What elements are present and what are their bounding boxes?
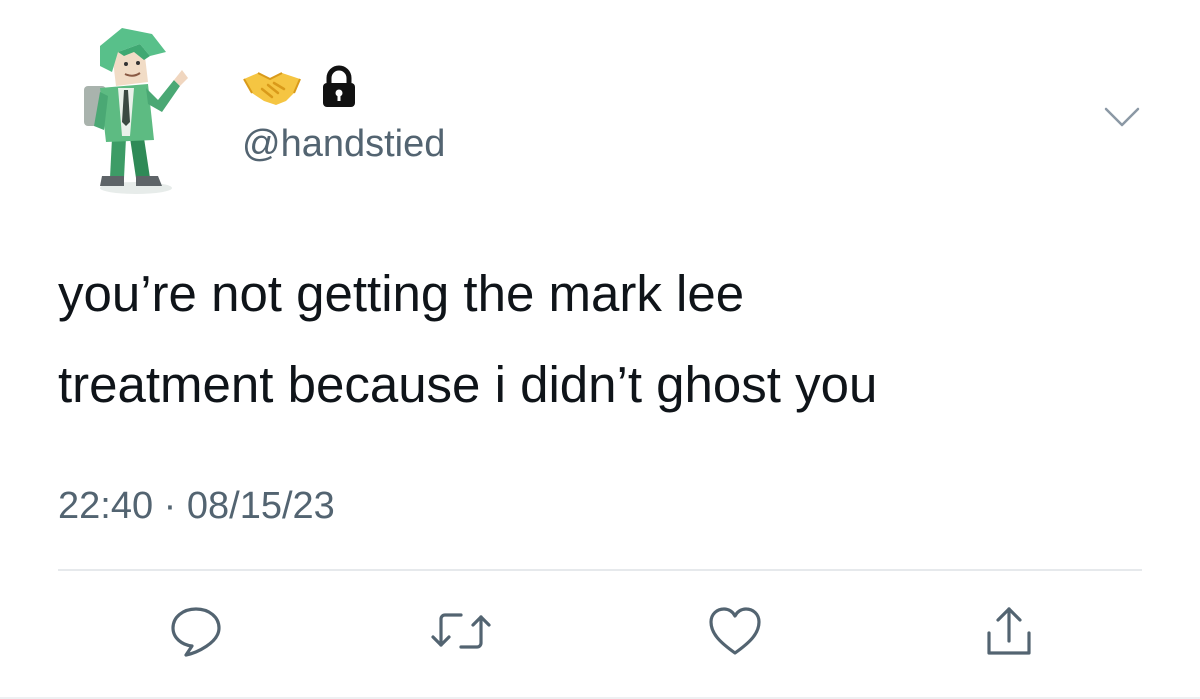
- tweet-text-line: you’re not getting the mark lee: [58, 265, 745, 322]
- speech-bubble-icon: [166, 601, 226, 661]
- action-bar: [0, 596, 1200, 666]
- heart-icon: [705, 601, 765, 661]
- share-button[interactable]: [974, 596, 1044, 666]
- tweet-timestamp[interactable]: 22:40 · 08/15/23: [58, 481, 335, 531]
- meta-separator: ·: [163, 485, 177, 527]
- like-button[interactable]: [700, 596, 770, 666]
- share-icon: [979, 601, 1039, 661]
- divider: [58, 569, 1142, 571]
- display-name[interactable]: [242, 62, 358, 112]
- lock-icon: [320, 65, 358, 109]
- tweet-text-line: treatment because i didn’t ghost you: [58, 356, 878, 413]
- tweet-time: 22:40: [58, 485, 154, 527]
- reply-button[interactable]: [161, 596, 231, 666]
- chevron-down-icon[interactable]: [1098, 100, 1146, 134]
- retweet-icon: [429, 601, 493, 661]
- tweet-card: @handstied you’re not getting the mark l…: [0, 0, 1200, 699]
- retweet-button[interactable]: [426, 596, 496, 666]
- handshake-icon: [242, 65, 302, 109]
- avatar[interactable]: [78, 26, 196, 198]
- user-handle[interactable]: @handstied: [242, 118, 445, 170]
- tweet-date: 08/15/23: [186, 485, 335, 527]
- tweet-text: you’re not getting the mark lee treatmen…: [58, 248, 1158, 430]
